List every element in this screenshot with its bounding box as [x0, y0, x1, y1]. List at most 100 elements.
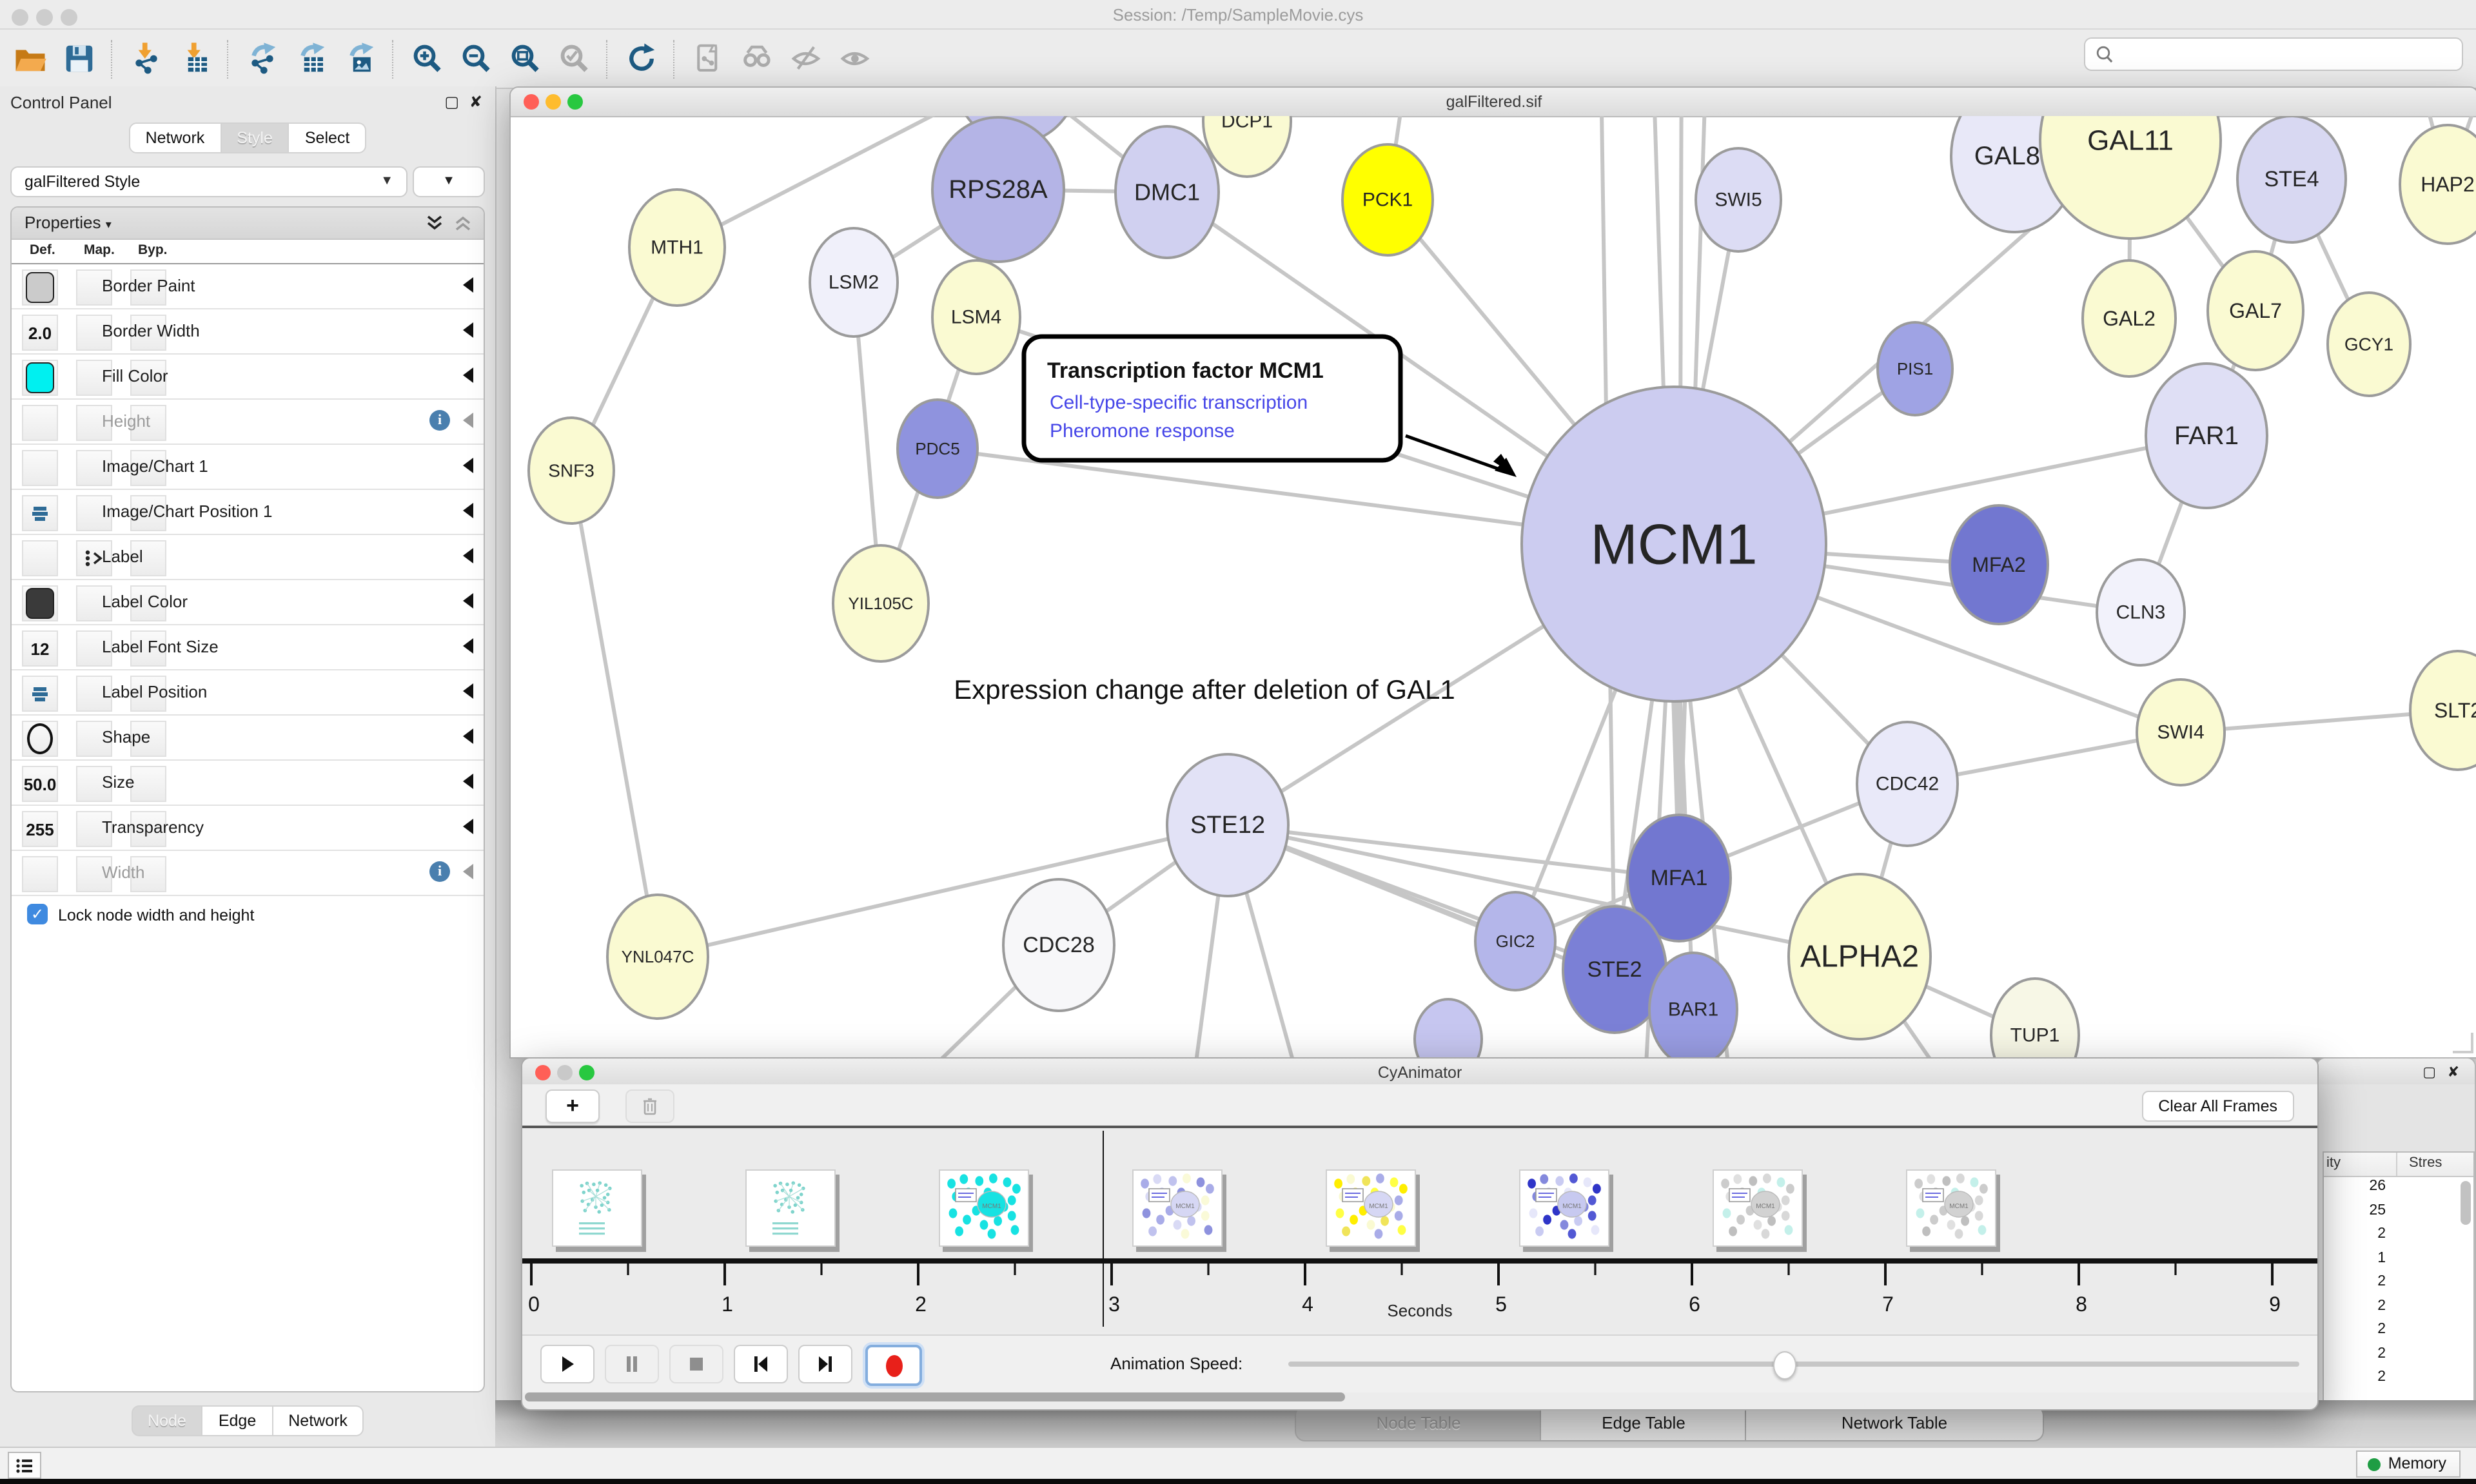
property-def-cell[interactable]: 2.0	[22, 315, 58, 351]
network-node-MTH1[interactable]: MTH1	[629, 190, 725, 306]
table-row[interactable]: 2	[2324, 1296, 2473, 1320]
task-history-button[interactable]	[8, 1452, 41, 1479]
network-node-SWI5[interactable]: SWI5	[1696, 148, 1781, 251]
pause-button[interactable]	[605, 1345, 659, 1383]
network-node-ALPHA2[interactable]: ALPHA2	[1789, 874, 1931, 1039]
table-row[interactable]: 25	[2324, 1201, 2473, 1225]
stop-button[interactable]	[669, 1345, 723, 1383]
table-row[interactable]: 26	[2324, 1177, 2473, 1201]
close-panel-icon[interactable]: ✘	[2448, 1064, 2459, 1080]
property-def-cell[interactable]	[22, 405, 58, 441]
property-def-cell[interactable]	[22, 540, 58, 576]
table-scrollbar[interactable]	[2461, 1181, 2471, 1225]
expand-arrow-icon[interactable]	[463, 322, 473, 338]
float-panel-icon[interactable]: ▢	[2422, 1064, 2436, 1080]
collapse-all-icon[interactable]	[453, 213, 473, 233]
table-row[interactable]: 2	[2324, 1368, 2473, 1392]
dock-tab-edge-table[interactable]: Edge Table	[1540, 1405, 1747, 1441]
property-def-cell[interactable]	[22, 450, 58, 486]
network-node-RPS28A[interactable]: RPS28A	[932, 117, 1064, 262]
clear-all-frames-button[interactable]: Clear All Frames	[2141, 1091, 2294, 1122]
network-node-SLT2[interactable]: SLT2	[2410, 651, 2476, 770]
expand-arrow-icon[interactable]	[463, 593, 473, 609]
property-row[interactable]: Widthi	[12, 851, 484, 896]
frame-thumbnail-6[interactable]: MCM1	[1713, 1169, 1803, 1247]
property-def-cell[interactable]	[22, 721, 58, 757]
expand-all-icon[interactable]	[424, 213, 445, 233]
lock-size-checkbox[interactable]: ✓	[27, 904, 48, 924]
network-node-TUP1[interactable]: TUP1	[1991, 979, 2079, 1057]
import-table-icon[interactable]	[175, 39, 214, 78]
expand-arrow-icon[interactable]	[463, 277, 473, 293]
network-node-GAL2[interactable]: GAL2	[2083, 260, 2176, 376]
zoom-in-icon[interactable]	[408, 39, 446, 78]
network-node-GAL7[interactable]: GAL7	[2208, 251, 2303, 370]
info-icon[interactable]: i	[429, 861, 450, 882]
tab-network[interactable]: Network	[273, 1405, 364, 1436]
table-column-header[interactable]: Stres	[2409, 1155, 2442, 1171]
property-row[interactable]: Heighti	[12, 400, 484, 445]
dock-tab-node-table[interactable]: Node Table	[1295, 1405, 1542, 1441]
slider-thumb[interactable]	[1773, 1351, 1796, 1380]
network-node-PDC5[interactable]: PDC5	[898, 400, 978, 498]
show-hidden-icon[interactable]	[836, 39, 874, 78]
zoom-selected-icon[interactable]	[555, 39, 593, 78]
table-row[interactable]: 2	[2324, 1225, 2473, 1249]
export-image-icon[interactable]	[340, 39, 379, 78]
property-row[interactable]: Image/Chart 1	[12, 445, 484, 490]
property-row[interactable]: 2.0Border Width	[12, 309, 484, 355]
network-node-CDC42[interactable]: CDC42	[1857, 722, 1958, 846]
zoom-out-icon[interactable]	[457, 39, 495, 78]
delete-frame-button[interactable]	[625, 1089, 674, 1123]
network-node-CDC28[interactable]: CDC28	[1003, 879, 1114, 1011]
network-edge[interactable]	[571, 471, 658, 957]
expand-arrow-icon[interactable]	[463, 367, 473, 383]
property-byp-cell[interactable]	[130, 766, 166, 802]
expand-arrow-icon[interactable]	[463, 683, 473, 699]
clipboard-network-icon[interactable]	[689, 39, 727, 78]
property-row[interactable]: Label Color	[12, 580, 484, 625]
table-row[interactable]: 2	[2324, 1320, 2473, 1344]
expand-arrow-icon[interactable]	[463, 864, 473, 879]
annotation-box[interactable]: Transcription factor MCM1Cell-type-speci…	[1024, 337, 1400, 460]
property-def-cell[interactable]	[22, 585, 58, 621]
tab-node[interactable]: Node	[131, 1405, 203, 1436]
add-frame-button[interactable]: +	[545, 1089, 600, 1123]
network-node-PCK1[interactable]: PCK1	[1342, 144, 1433, 255]
float-panel-icon[interactable]: ▢	[444, 94, 459, 110]
expand-arrow-icon[interactable]	[463, 413, 473, 428]
network-node-FAR1[interactable]: FAR1	[2146, 364, 2267, 508]
property-def-cell[interactable]: 255	[22, 811, 58, 847]
save-session-icon[interactable]	[59, 39, 98, 78]
network-node-CLN3[interactable]: CLN3	[2097, 560, 2185, 665]
position-icon[interactable]	[22, 676, 58, 712]
network-node-PIS1[interactable]: PIS1	[1878, 322, 1952, 415]
expand-arrow-icon[interactable]	[463, 503, 473, 518]
export-table-icon[interactable]	[291, 39, 330, 78]
zoom-fit-icon[interactable]	[506, 39, 544, 78]
property-row[interactable]: 255Transparency	[12, 806, 484, 851]
network-node-MFA2[interactable]: MFA2	[1950, 505, 2048, 624]
table-column-header[interactable]: ity	[2326, 1155, 2341, 1171]
style-select[interactable]: galFiltered Style▼	[10, 166, 408, 197]
expand-arrow-icon[interactable]	[463, 548, 473, 563]
property-row[interactable]: 50.0Size	[12, 761, 484, 806]
expand-arrow-icon[interactable]	[463, 774, 473, 789]
network-window-titlebar[interactable]: galFiltered.sif	[511, 88, 2476, 117]
frame-thumbnail-0[interactable]	[552, 1169, 642, 1247]
last-frame-button[interactable]	[798, 1345, 852, 1383]
property-def-cell[interactable]	[22, 360, 58, 396]
frame-thumbnail-5[interactable]: MCM1	[1519, 1169, 1609, 1247]
network-node-YIL105C[interactable]: YIL105C	[833, 545, 928, 661]
info-icon[interactable]: i	[429, 410, 450, 431]
frame-thumbnail-4[interactable]: MCM1	[1326, 1169, 1416, 1247]
property-row[interactable]: Border Paint	[12, 264, 484, 309]
export-network-icon[interactable]	[242, 39, 281, 78]
network-node-unlabeled[interactable]	[1415, 999, 1482, 1057]
import-network-icon[interactable]	[126, 39, 165, 78]
property-row[interactable]: Label	[12, 535, 484, 580]
dock-tab-network-table[interactable]: Network Table	[1745, 1405, 2044, 1441]
network-node-HAP2[interactable]: HAP2	[2400, 125, 2476, 244]
network-canvas[interactable]: RPS28BRPS28ADMC1DCP1PCK1SWI5GAL80GAL11ST…	[511, 116, 2476, 1057]
network-node-LSM4[interactable]: LSM4	[932, 260, 1020, 374]
